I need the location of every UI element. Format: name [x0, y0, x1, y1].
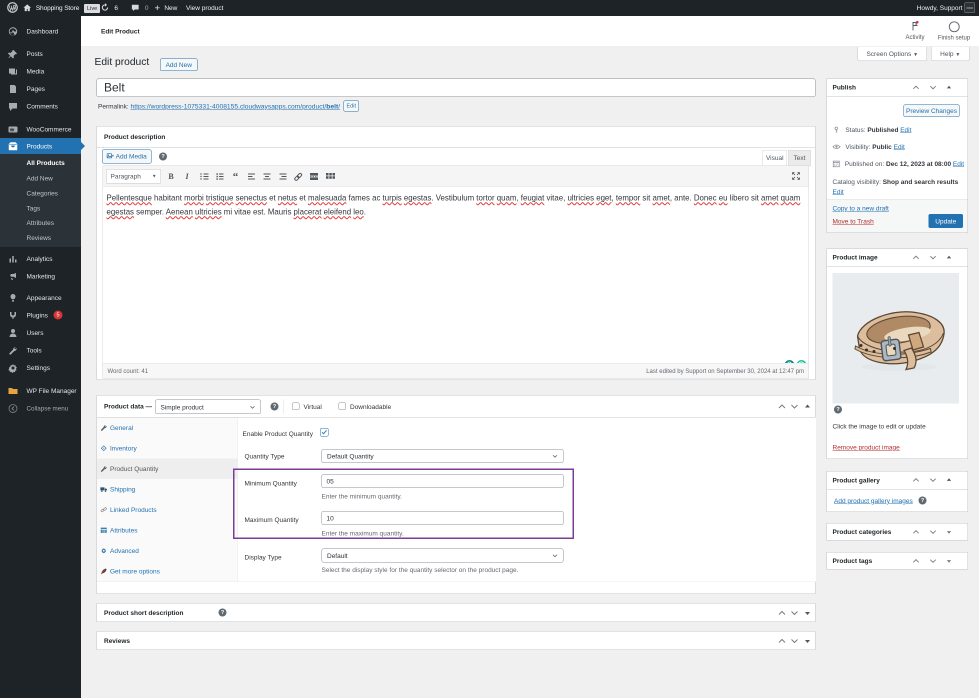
- svg-text:B: B: [168, 172, 174, 181]
- svg-text:I: I: [184, 172, 189, 181]
- svg-text:“: “: [233, 171, 239, 182]
